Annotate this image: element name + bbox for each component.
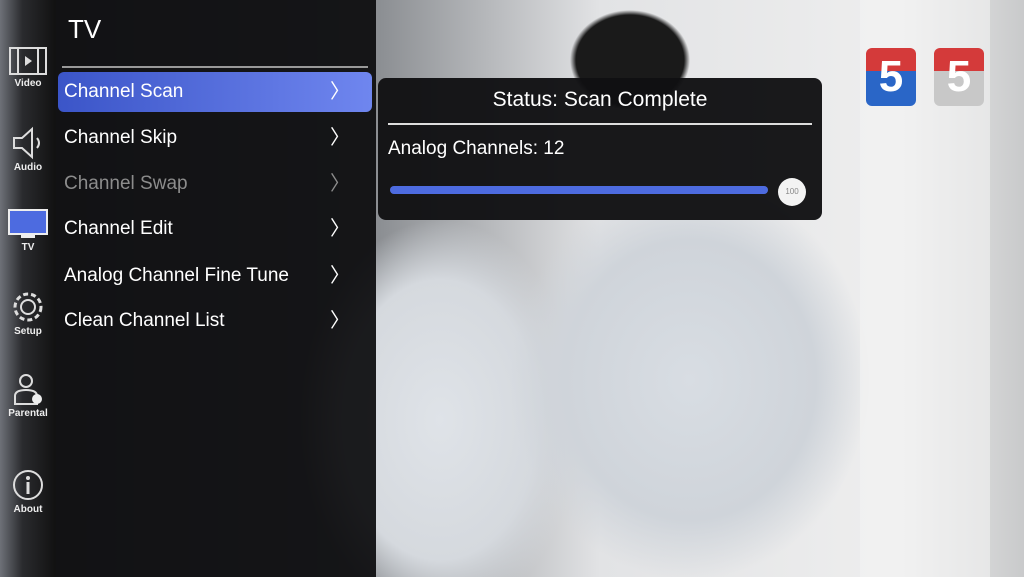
speaker-icon [13,126,40,160]
analog-channel-count: Analog Channels: 12 [388,138,565,159]
menu-item-channel-scan[interactable]: Channel Scan 〉 [58,72,372,112]
sidebar-item-audio[interactable]: Audio [0,126,56,173]
film-icon [9,47,47,75]
scan-status-text: Status: Scan Complete [492,88,708,111]
channel-logo-left: 5 [866,48,916,106]
menu-item-channel-skip[interactable]: Channel Skip 〉 [58,118,372,158]
tv-icon [8,209,48,238]
menu-title: TV [68,14,102,44]
divider [388,123,812,125]
divider [62,66,368,68]
gear-icon [13,292,43,322]
menu-item-channel-swap[interactable]: Channel Swap 〉 [58,164,372,204]
menu-item-analog-fine-tune[interactable]: Analog Channel Fine Tune 〉 [58,256,372,296]
chevron-right-icon: 〉 [330,265,350,287]
sidebar-item-video[interactable]: Video [0,46,56,89]
tv-menu-panel: TV Channel Scan 〉 Channel Skip 〉 Channel S… [56,0,376,577]
channel-logo-right: 5 [934,48,984,106]
scan-progress-fill [390,186,768,194]
chevron-right-icon: 〉 [330,81,350,103]
chevron-right-icon: 〉 [330,173,350,195]
person-lock-icon [14,374,42,405]
chevron-right-icon: 〉 [330,310,350,332]
menu-item-channel-edit[interactable]: Channel Edit 〉 [58,209,372,249]
scan-status-popup: Status: Scan Complete Analog Channels: 1… [378,78,822,220]
menu-item-clean-channel-list[interactable]: Clean Channel List 〉 [58,301,372,341]
sidebar-item-about[interactable]: About [0,468,56,515]
settings-sidebar: Video Audio TV Setup Parental About [0,0,56,577]
sidebar-item-tv[interactable]: TV [0,208,56,253]
scan-progress-bar [390,186,768,194]
chevron-right-icon: 〉 [330,218,350,240]
sidebar-item-parental[interactable]: Parental [0,372,56,419]
chevron-right-icon: 〉 [330,127,350,149]
info-icon [13,470,43,500]
sidebar-item-setup[interactable]: Setup [0,290,56,337]
progress-percent-badge: 100 [778,178,806,206]
